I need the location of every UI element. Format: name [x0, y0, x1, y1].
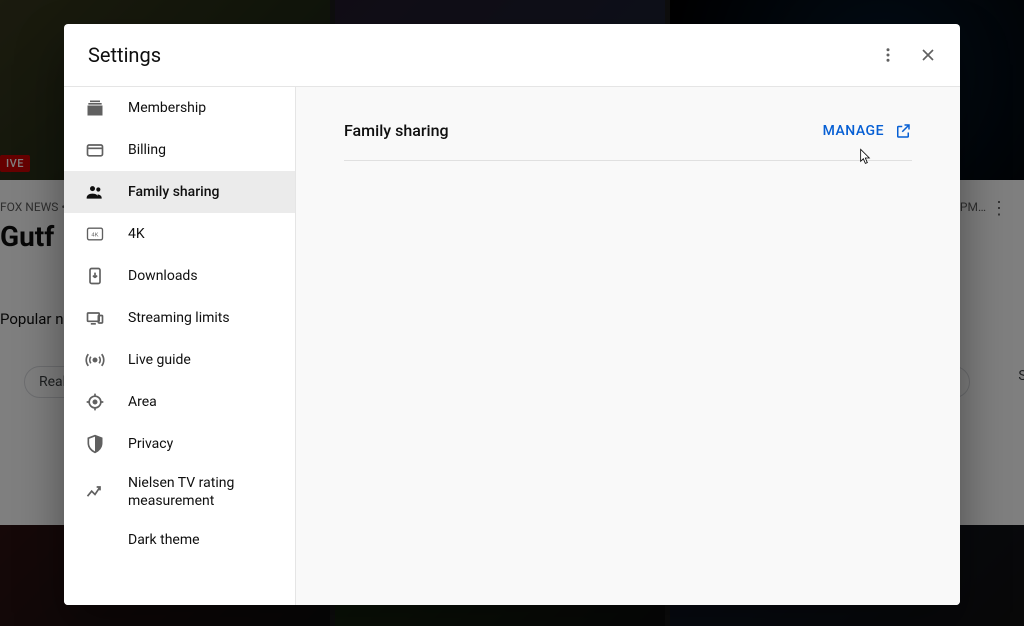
sidebar-item-label: Billing — [128, 141, 279, 159]
sidebar-item-dark-theme[interactable]: Dark theme — [64, 519, 295, 561]
sidebar-item-label: Dark theme — [128, 531, 279, 549]
sidebar-item-4k[interactable]: 4K 4K — [64, 213, 295, 255]
more-vert-icon — [879, 46, 897, 64]
subscriptions-icon — [84, 97, 106, 119]
sidebar-item-label: Nielsen TV rating measurement — [128, 474, 279, 510]
download-icon — [84, 265, 106, 287]
sidebar-item-billing[interactable]: Billing — [64, 129, 295, 171]
open-external-icon — [894, 122, 912, 140]
4k-icon: 4K — [84, 223, 106, 245]
shield-icon — [84, 433, 106, 455]
sidebar-item-area[interactable]: Area — [64, 381, 295, 423]
people-icon — [84, 181, 106, 203]
sidebar-item-label: Family sharing — [128, 183, 279, 201]
settings-modal: Settings Membership Billi — [64, 24, 960, 605]
manage-label: MANAGE — [823, 123, 884, 139]
sidebar-item-label: Streaming limits — [128, 309, 279, 327]
sidebar-item-streaming-limits[interactable]: Streaming limits — [64, 297, 295, 339]
sidebar-item-privacy[interactable]: Privacy — [64, 423, 295, 465]
settings-content: Family sharing MANAGE — [296, 87, 960, 605]
sidebar-item-label: 4K — [128, 225, 279, 243]
more-options-button[interactable] — [868, 35, 908, 75]
devices-icon — [84, 307, 106, 329]
sidebar-item-nielsen[interactable]: Nielsen TV rating measurement — [64, 465, 295, 519]
modal-header: Settings — [64, 24, 960, 86]
sidebar-item-downloads[interactable]: Downloads — [64, 255, 295, 297]
target-icon — [84, 391, 106, 413]
section-title: Family sharing — [344, 121, 449, 140]
moon-icon — [84, 529, 106, 551]
modal-body: Membership Billing Family sharing 4K 4K — [64, 86, 960, 605]
svg-text:4K: 4K — [91, 233, 98, 239]
family-sharing-section: Family sharing MANAGE — [344, 121, 912, 161]
sidebar-item-membership[interactable]: Membership — [64, 87, 295, 129]
sidebar-item-label: Area — [128, 393, 279, 411]
sidebar-item-family-sharing[interactable]: Family sharing — [64, 171, 295, 213]
modal-title: Settings — [88, 43, 868, 67]
trend-icon — [84, 481, 106, 503]
sidebar-item-live-guide[interactable]: Live guide — [64, 339, 295, 381]
sidebar-item-label: Live guide — [128, 351, 279, 369]
close-button[interactable] — [908, 35, 948, 75]
close-icon — [918, 45, 938, 65]
manage-button[interactable]: MANAGE — [823, 122, 912, 140]
sidebar-item-label: Membership — [128, 99, 279, 117]
sidebar-item-label: Privacy — [128, 435, 279, 453]
settings-sidebar: Membership Billing Family sharing 4K 4K — [64, 87, 296, 605]
credit-card-icon — [84, 139, 106, 161]
broadcast-icon — [84, 349, 106, 371]
sidebar-item-label: Downloads — [128, 267, 279, 285]
